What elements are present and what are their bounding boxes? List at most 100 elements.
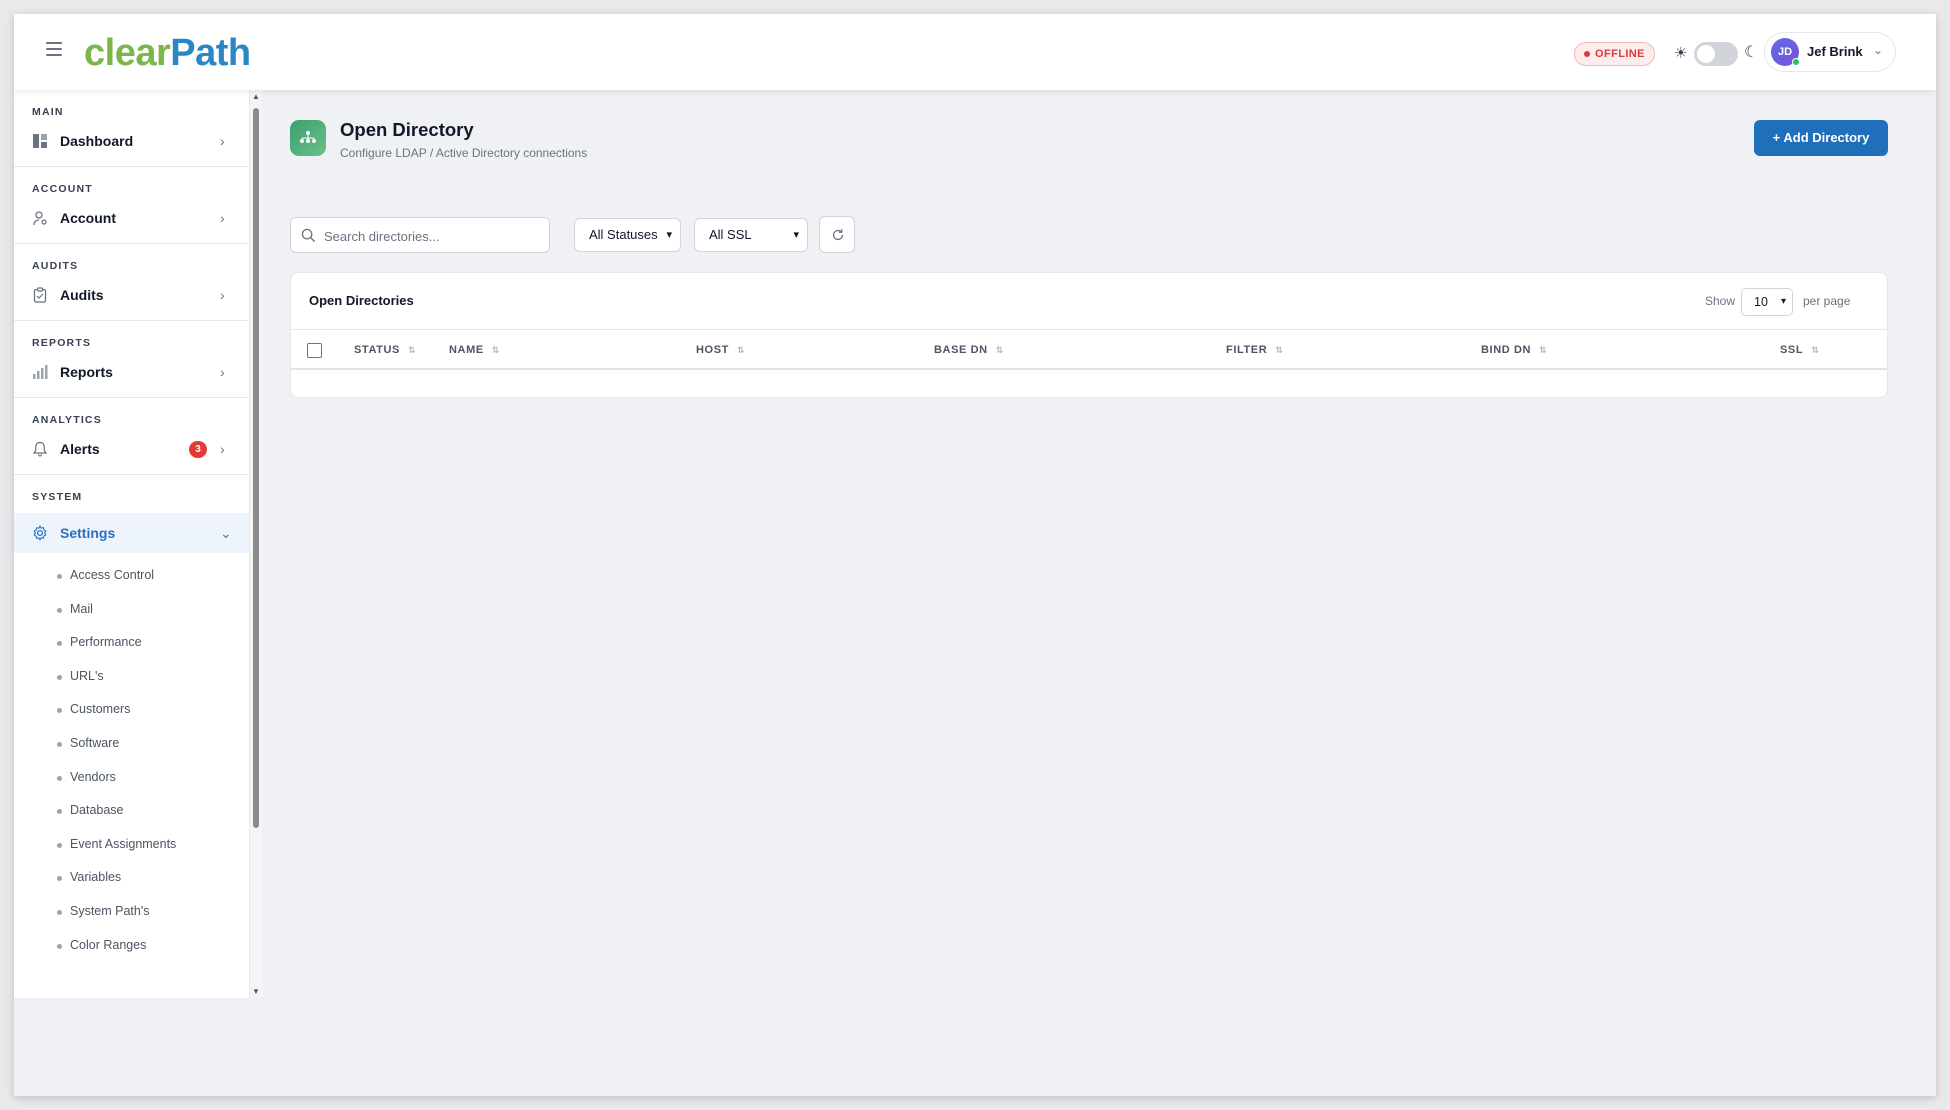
- submenu-item-database[interactable]: Database: [14, 794, 249, 828]
- app-logo[interactable]: clearPath: [84, 32, 251, 75]
- refresh-icon: [832, 229, 844, 241]
- submenu-item-event-assignments[interactable]: Event Assignments: [14, 828, 249, 862]
- ssl-filter-value: All SSL: [709, 227, 752, 242]
- column-label: HOST: [696, 344, 729, 356]
- sort-icon: ⇅: [407, 345, 417, 355]
- toggle-knob: [1697, 45, 1715, 63]
- refresh-button[interactable]: [819, 216, 855, 253]
- status-filter-select[interactable]: All Statuses ▾: [574, 218, 681, 252]
- theme-toggle[interactable]: [1694, 42, 1738, 66]
- per-page-label: per page: [1803, 294, 1851, 308]
- submenu-item-system-paths[interactable]: System Path's: [14, 895, 249, 929]
- sidebar-item-label: Audits: [60, 287, 104, 303]
- user-settings-icon: [33, 211, 47, 226]
- alert-count-badge: 3: [189, 441, 207, 458]
- sidebar-item-label: Settings: [60, 525, 116, 541]
- page-subtitle: Configure LDAP / Active Directory connec…: [340, 146, 588, 160]
- moon-icon: ☾: [1744, 44, 1759, 61]
- sidebar-heading: REPORTS: [32, 337, 92, 349]
- column-header-status[interactable]: STATUS ⇅: [354, 344, 416, 356]
- sidebar-section-main: MAIN Dashboard ›: [14, 90, 249, 167]
- chevron-down-icon: ▾: [1780, 296, 1786, 307]
- bar-chart-icon: [33, 365, 48, 379]
- search-field[interactable]: [290, 217, 550, 253]
- sidebar: MAIN Dashboard › ACCOUNT Account › AUDIT…: [14, 90, 250, 998]
- per-page-value: 10: [1754, 295, 1768, 309]
- sidebar-heading: SYSTEM: [32, 491, 83, 503]
- chevron-right-icon: ›: [220, 441, 225, 457]
- submenu-item-mail[interactable]: Mail: [14, 593, 249, 627]
- submenu-item-customers[interactable]: Customers: [14, 693, 249, 727]
- table-header-row: STATUS ⇅ NAME ⇅ HOST ⇅ BASE DN ⇅ FILTER ⇅ BIN…: [291, 329, 1887, 370]
- sidebar-item-label: Dashboard: [60, 133, 134, 149]
- directory-icon: [290, 120, 326, 156]
- column-header-filter[interactable]: FILTER ⇅: [1226, 344, 1283, 356]
- sidebar-item-settings[interactable]: Settings ⌄: [14, 513, 249, 553]
- sidebar-section-audits: AUDITS Audits ›: [14, 244, 249, 321]
- select-all-checkbox[interactable]: [307, 343, 322, 358]
- online-dot: [1792, 58, 1800, 66]
- submenu-item-color-ranges[interactable]: Color Ranges: [14, 929, 249, 963]
- sidebar-item-label: Account: [60, 210, 116, 226]
- main-content: Open Directory Configure LDAP / Active D…: [264, 90, 1936, 1096]
- chevron-down-icon: ▾: [666, 229, 672, 241]
- search-icon: [301, 228, 316, 243]
- scroll-down-arrow-icon[interactable]: ▼: [252, 987, 260, 996]
- bell-icon: [32, 441, 48, 457]
- column-label: STATUS: [354, 344, 400, 356]
- top-header: clearPath OFFLINE ☀ ☾ JD Jef Brink ⌄: [14, 14, 1936, 90]
- sidebar-item-reports[interactable]: Reports ›: [14, 359, 249, 385]
- dashboard-icon: [33, 134, 47, 148]
- status-badge: OFFLINE: [1574, 42, 1655, 66]
- sidebar-scrollbar[interactable]: ▲ ▼: [250, 90, 262, 998]
- sidebar-heading: AUDITS: [32, 260, 79, 272]
- scroll-up-arrow-icon[interactable]: ▲: [252, 92, 260, 101]
- gear-icon: [33, 525, 47, 541]
- submenu-item-vendors[interactable]: Vendors: [14, 761, 249, 795]
- sidebar-heading: MAIN: [32, 106, 64, 118]
- add-directory-button[interactable]: + Add Directory: [1754, 120, 1888, 156]
- sidebar-section-reports: REPORTS Reports ›: [14, 321, 249, 398]
- sidebar-item-audits[interactable]: Audits ›: [14, 282, 249, 308]
- sort-icon: ⇅: [736, 345, 746, 355]
- submenu-item-performance[interactable]: Performance: [14, 626, 249, 660]
- menu-icon[interactable]: [46, 42, 62, 56]
- chevron-right-icon: ›: [220, 287, 225, 303]
- sidebar-item-dashboard[interactable]: Dashboard ›: [14, 128, 249, 154]
- settings-submenu: Access Control Mail Performance URL's Cu…: [14, 553, 249, 962]
- chevron-right-icon: ›: [220, 133, 225, 149]
- status-filter-value: All Statuses: [589, 227, 658, 242]
- logo-text-clear: clear: [84, 32, 171, 74]
- chevron-down-icon: ⌄: [220, 525, 232, 541]
- submenu-item-urls[interactable]: URL's: [14, 660, 249, 694]
- column-header-host[interactable]: HOST ⇅: [696, 344, 745, 356]
- column-header-ssl[interactable]: SSL ⇅: [1780, 344, 1819, 356]
- user-name: Jef Brink: [1807, 44, 1863, 59]
- submenu-item-access-control[interactable]: Access Control: [14, 559, 249, 593]
- column-header-bind-dn[interactable]: BIND DN ⇅: [1481, 344, 1547, 356]
- submenu-item-software[interactable]: Software: [14, 727, 249, 761]
- user-menu-button[interactable]: JD Jef Brink ⌄: [1764, 32, 1896, 72]
- per-page-select[interactable]: 10 ▾: [1741, 288, 1793, 316]
- scrollbar-thumb[interactable]: [253, 108, 259, 828]
- column-header-name[interactable]: NAME ⇅: [449, 344, 500, 356]
- column-label: NAME: [449, 344, 484, 356]
- chevron-right-icon: ›: [220, 364, 225, 380]
- sidebar-item-alerts[interactable]: Alerts 3 ›: [14, 436, 249, 462]
- sidebar-item-label: Reports: [60, 364, 113, 380]
- sort-icon: ⇅: [1539, 345, 1548, 355]
- submenu-item-variables[interactable]: Variables: [14, 861, 249, 895]
- column-label: FILTER: [1226, 344, 1268, 356]
- sidebar-section-system: SYSTEM Settings ⌄ Access Control Mail Pe…: [14, 475, 249, 962]
- sidebar-section-analytics: ANALYTICS Alerts 3 ›: [14, 398, 249, 475]
- column-label: BASE DN: [934, 344, 988, 356]
- sun-icon: ☀: [1674, 45, 1688, 62]
- column-header-base-dn[interactable]: BASE DN ⇅: [934, 344, 1004, 356]
- sidebar-heading: ACCOUNT: [32, 183, 93, 195]
- logo-text-path: Path: [170, 32, 251, 74]
- table-title: Open Directories: [309, 293, 414, 308]
- sidebar-item-account[interactable]: Account ›: [14, 205, 249, 231]
- ssl-filter-select[interactable]: All SSL ▾: [694, 218, 808, 252]
- search-input[interactable]: [324, 226, 544, 246]
- avatar-initials: JD: [1777, 46, 1793, 58]
